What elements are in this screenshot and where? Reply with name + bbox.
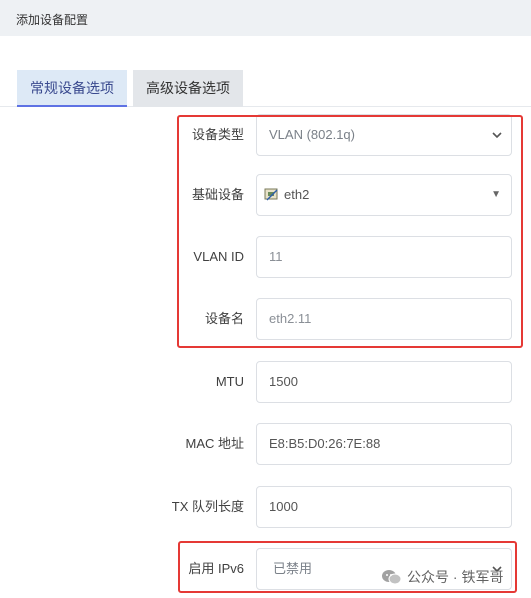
mac-address-label: MAC 地址 bbox=[185, 436, 244, 451]
watermark-text: 公众号 · 铁军哥 bbox=[407, 569, 504, 585]
row-tx-queue-length: TX 队列长度 1000 bbox=[0, 486, 531, 528]
row-base-device: 基础设备 eth2 ▼ bbox=[0, 174, 531, 216]
device-type-value: VLAN (802.1q) bbox=[269, 127, 355, 142]
tx-queue-length-label: TX 队列长度 bbox=[171, 499, 244, 514]
device-config-page: 添加设备配置 常规设备选项 高级设备选项 设备类型 VLAN (802.1q) … bbox=[0, 0, 531, 598]
enable-ipv6-value: 已禁用 bbox=[273, 561, 313, 576]
tab-general-options[interactable]: 常规设备选项 bbox=[17, 70, 127, 107]
caret-down-icon: ▼ bbox=[491, 189, 501, 200]
dialog-header: 添加设备配置 bbox=[0, 0, 531, 36]
base-device-label: 基础设备 bbox=[191, 187, 244, 202]
row-mac-address: MAC 地址 E8:B5:D0:26:7E:88 bbox=[0, 423, 531, 465]
device-type-select[interactable]: VLAN (802.1q) bbox=[256, 114, 512, 156]
dialog-title: 添加设备配置 bbox=[16, 13, 89, 27]
mtu-input[interactable]: 1500 bbox=[256, 361, 512, 403]
chevron-down-icon bbox=[492, 132, 502, 139]
ethernet-port-icon bbox=[264, 188, 278, 201]
base-device-select[interactable]: eth2 ▼ bbox=[256, 174, 512, 216]
tab-bar: 常规设备选项 高级设备选项 bbox=[0, 62, 531, 107]
enable-ipv6-label: 启用 IPv6 bbox=[188, 561, 244, 576]
row-mtu: MTU 1500 bbox=[0, 361, 531, 403]
device-name-label: 设备名 bbox=[204, 311, 244, 326]
tab-advanced-options[interactable]: 高级设备选项 bbox=[133, 70, 243, 107]
vlan-id-label: VLAN ID bbox=[193, 249, 244, 264]
wechat-icon bbox=[382, 570, 402, 585]
device-type-label: 设备类型 bbox=[191, 127, 244, 142]
base-device-value: eth2 bbox=[284, 187, 310, 202]
row-device-type: 设备类型 VLAN (802.1q) bbox=[0, 114, 531, 156]
mtu-label: MTU bbox=[215, 374, 244, 389]
vlan-id-input[interactable]: 11 bbox=[256, 236, 512, 278]
tx-queue-length-input[interactable]: 1000 bbox=[256, 486, 512, 528]
row-vlan-id: VLAN ID 11 bbox=[0, 236, 531, 278]
device-name-input[interactable]: eth2.11 bbox=[256, 298, 512, 340]
mac-address-input[interactable]: E8:B5:D0:26:7E:88 bbox=[256, 423, 512, 465]
watermark: 公众号 · 铁军哥 bbox=[381, 566, 503, 588]
row-device-name: 设备名 eth2.11 bbox=[0, 298, 531, 340]
